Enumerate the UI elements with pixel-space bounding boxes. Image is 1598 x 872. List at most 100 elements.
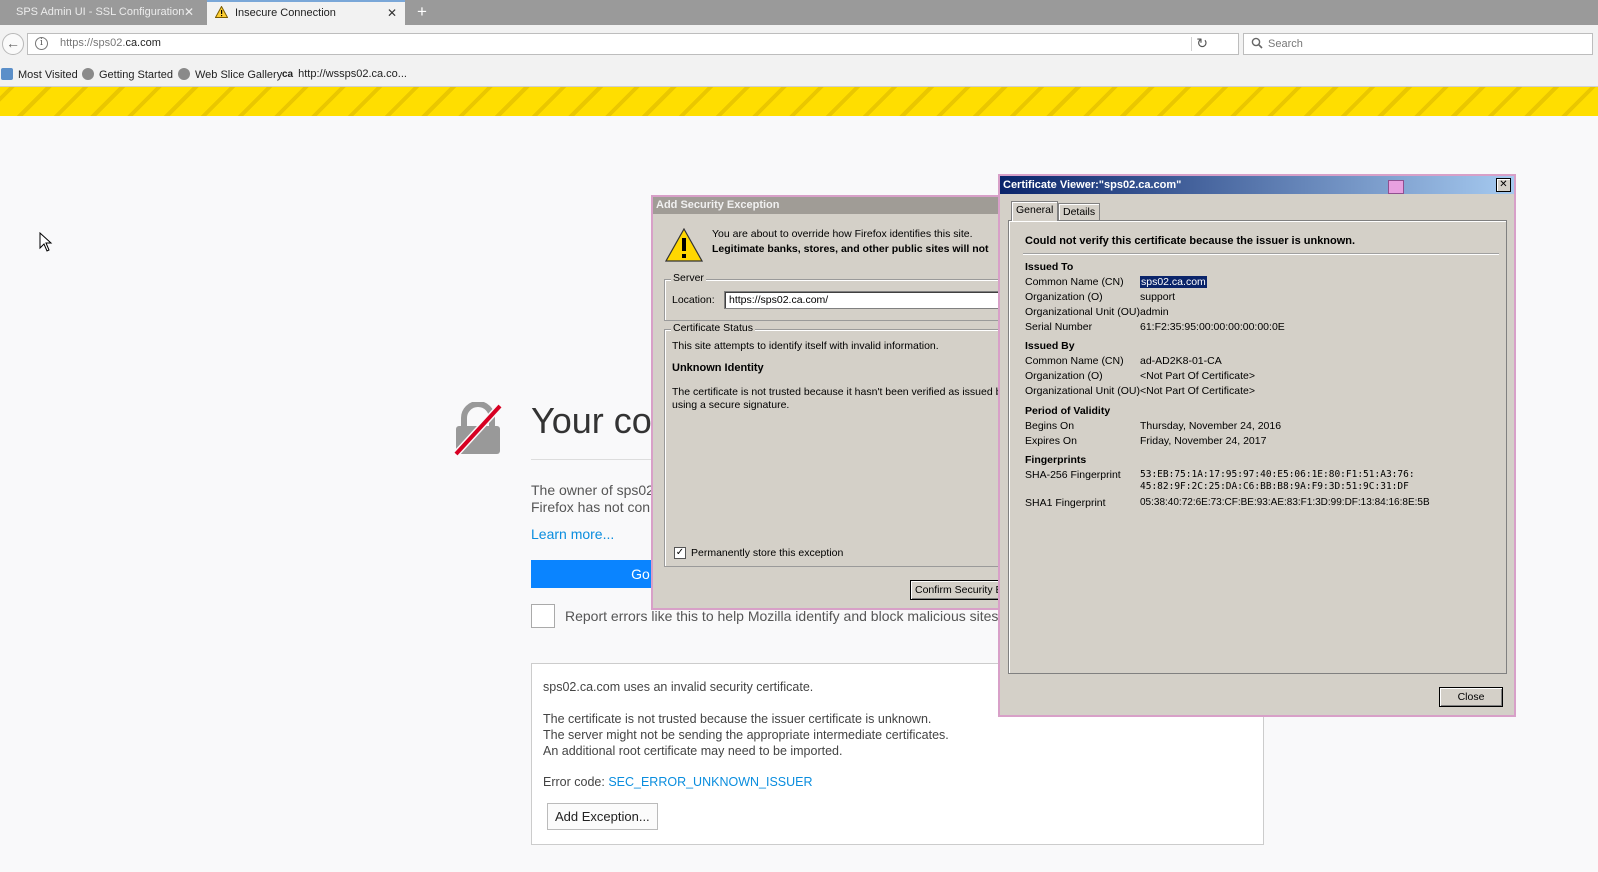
warning-icon: [215, 6, 228, 18]
intro-text: You are about to override how Firefox id…: [712, 228, 973, 240]
bookmark-getting-started[interactable]: Getting Started: [82, 68, 173, 81]
advanced-text: The certificate is not trusted because t…: [543, 712, 932, 726]
back-button[interactable]: ←: [2, 33, 24, 55]
error-code: Error code: SEC_ERROR_UNKNOWN_ISSUER: [543, 775, 813, 789]
dialog-title[interactable]: Certificate Viewer:"sps02.ca.com": [1000, 176, 1514, 194]
tab-label: SPS Admin UI - SSL Configuration: [16, 6, 185, 18]
verify-message: Could not verify this certificate becaus…: [1025, 235, 1356, 247]
status-text: This site attempts to identify itself wi…: [672, 340, 939, 352]
tab-close-icon[interactable]: ✕: [184, 0, 194, 25]
location-label: Location:: [672, 294, 715, 306]
title-divider: [531, 459, 671, 460]
error-description-line: Firefox has not con: [531, 499, 651, 515]
advanced-text: The server might not be sending the appr…: [543, 728, 949, 742]
bookmark-wssps02[interactable]: ca http://wssps02.ca.co...: [282, 68, 407, 80]
globe-icon: [82, 68, 94, 80]
dialog-title[interactable]: Add Security Exception: [653, 197, 999, 214]
star-folder-icon: [1, 68, 13, 80]
tab-details[interactable]: Details: [1058, 203, 1101, 220]
issued-by-heading: Issued By: [1025, 340, 1075, 352]
field-value: admin: [1140, 306, 1169, 318]
section-divider: [1023, 253, 1499, 254]
globe-icon: [178, 68, 190, 80]
error-description-line: The owner of sps02: [531, 482, 654, 498]
group-title: Certificate Status: [671, 322, 755, 334]
certificate-viewer-dialog: Certificate Viewer:"sps02.ca.com" ✕ Gene…: [998, 174, 1516, 717]
mouse-cursor-icon: [39, 232, 53, 252]
field-value-sha1: 05:38:40:72:6E:73:CF:BE:93:AE:83:F1:3D:9…: [1140, 497, 1430, 508]
field-value: Friday, November 24, 2017: [1140, 435, 1267, 447]
error-code-link[interactable]: SEC_ERROR_UNKNOWN_ISSUER: [608, 775, 812, 789]
bookmark-web-slice-gallery[interactable]: Web Slice Gallery: [178, 68, 282, 81]
not-trusted-text: The certificate is not trusted because i…: [672, 386, 1007, 398]
field-value: <Not Part Of Certificate>: [1140, 370, 1255, 382]
new-tab-button[interactable]: +: [412, 0, 432, 25]
add-exception-button[interactable]: Add Exception...: [547, 803, 658, 830]
permanent-store-checkbox[interactable]: ✓: [674, 547, 686, 559]
ca-logo-icon: ca: [282, 69, 294, 80]
field-value: ad-AD2K8-01-CA: [1140, 355, 1222, 367]
field-value-sha256: 53:EB:75:1A:17:95:97:40:E5:06:1E:80:F1:5…: [1140, 469, 1415, 480]
intro-warning-text: Legitimate banks, stores, and other publ…: [712, 243, 989, 255]
url-bar[interactable]: i https://sps02.ca.com ↻: [27, 33, 1239, 55]
search-placeholder: Search: [1268, 38, 1303, 50]
url-divider: [1191, 37, 1192, 51]
learn-more-link[interactable]: Learn more...: [531, 526, 614, 542]
fingerprints-heading: Fingerprints: [1025, 454, 1087, 466]
url-text: https://sps02.ca.com: [60, 37, 161, 49]
field-value: 61:F2:35:95:00:00:00:00:00:0E: [1140, 321, 1285, 333]
broken-lock-icon: [453, 402, 503, 456]
not-trusted-text: using a secure signature.: [672, 399, 790, 411]
tab-close-icon[interactable]: ✕: [387, 2, 397, 24]
field-label: Expires On: [1025, 435, 1077, 447]
search-icon: [1251, 37, 1263, 49]
group-title: Server: [671, 272, 706, 284]
field-value: Thursday, November 24, 2016: [1140, 420, 1282, 432]
arrow-left-icon: ←: [6, 35, 20, 51]
nav-bar: ← i https://sps02.ca.com ↻ Search: [0, 25, 1598, 64]
report-errors-label: Report errors like this to help Mozilla …: [565, 608, 999, 624]
unknown-identity-heading: Unknown Identity: [672, 362, 764, 374]
bookmark-most-visited[interactable]: Most Visited: [1, 68, 78, 81]
server-group: Server Location: https://sps02.ca.com/: [664, 272, 1014, 321]
certificate-status-group: Certificate Status This site attempts to…: [664, 322, 1007, 567]
field-value-sha256: 45:82:9F:2C:25:DA:C6:BB:B8:9A:F9:3D:51:9…: [1140, 481, 1409, 492]
field-label: Organization (O): [1025, 291, 1103, 303]
field-label: Organization (O): [1025, 370, 1103, 382]
field-label: Begins On: [1025, 420, 1075, 432]
report-errors-checkbox[interactable]: [531, 604, 555, 628]
field-label: Common Name (CN): [1025, 355, 1124, 367]
field-label: Serial Number: [1025, 321, 1093, 333]
field-label: SHA-256 Fingerprint: [1025, 469, 1121, 481]
advanced-text: An additional root certificate may need …: [543, 744, 843, 758]
field-value: <Not Part Of Certificate>: [1140, 385, 1255, 397]
go-back-button[interactable]: Go B: [531, 560, 671, 588]
close-button[interactable]: Close: [1439, 687, 1503, 707]
validity-heading: Period of Validity: [1025, 405, 1111, 417]
close-icon[interactable]: ✕: [1496, 178, 1511, 192]
field-label: Organizational Unit (OU): [1025, 385, 1140, 397]
tab-insecure-connection[interactable]: Insecure Connection ✕: [207, 0, 405, 25]
permanent-store-label: Permanently store this exception: [691, 547, 844, 559]
bookmarks-toolbar: Most Visited Getting Started Web Slice G…: [0, 64, 1598, 87]
field-label: Organizational Unit (OU): [1025, 306, 1140, 318]
field-value: support: [1140, 291, 1176, 303]
location-input[interactable]: https://sps02.ca.com/: [724, 291, 1014, 309]
reload-icon[interactable]: ↻: [1196, 35, 1208, 52]
issued-to-heading: Issued To: [1025, 261, 1074, 273]
search-input[interactable]: Search: [1243, 33, 1593, 55]
field-label: Common Name (CN): [1025, 276, 1124, 288]
tab-label: Insecure Connection: [235, 7, 336, 19]
general-panel: Could not verify this certificate becaus…: [1008, 220, 1507, 674]
tab-general[interactable]: General: [1011, 201, 1059, 221]
advanced-text: sps02.ca.com uses an invalid security ce…: [543, 680, 814, 694]
tab-sps-admin[interactable]: SPS Admin UI - SSL Configuration ✕: [0, 0, 202, 25]
info-icon[interactable]: i: [35, 37, 48, 50]
tab-bar: SPS Admin UI - SSL Configuration ✕ Insec…: [0, 0, 1598, 25]
error-title: Your co: [531, 400, 652, 441]
field-label: SHA1 Fingerprint: [1025, 497, 1106, 509]
field-value-common-name[interactable]: sps02.ca.com: [1140, 276, 1207, 288]
warning-icon: [665, 228, 703, 262]
warning-stripe: [0, 87, 1598, 116]
window-icon: [1388, 180, 1404, 194]
